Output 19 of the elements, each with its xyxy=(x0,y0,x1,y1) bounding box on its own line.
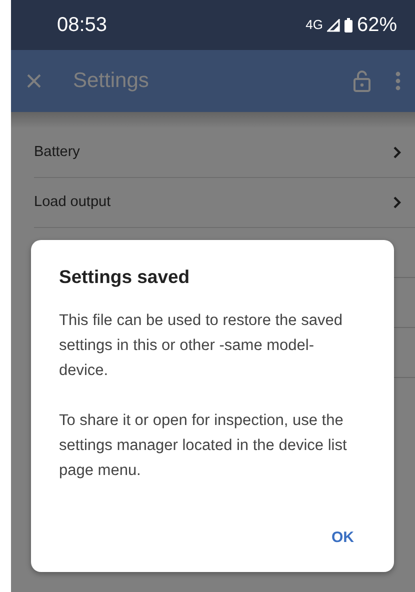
dialog-message: This file can be used to restore the saved settings in this or other -same model- device. xyxy=(59,311,344,382)
close-icon[interactable] xyxy=(27,74,41,88)
network-type: 4G xyxy=(306,16,323,34)
ok-button[interactable]: OK xyxy=(322,521,364,556)
settings-row-label: Load output xyxy=(34,192,111,212)
settings-row[interactable]: Battery xyxy=(34,128,415,178)
unlocked-padlock-icon[interactable] xyxy=(353,70,371,92)
more-options-icon[interactable] xyxy=(395,71,401,91)
settings-row[interactable]: Load output xyxy=(34,178,415,228)
signal-icon xyxy=(326,18,340,32)
app-bar-title: Settings xyxy=(73,68,150,94)
battery-percentage: 62% xyxy=(356,13,397,38)
status-time: 08:53 xyxy=(57,13,108,38)
settings-row-label: Battery xyxy=(34,142,80,162)
chevron-right-icon xyxy=(393,196,401,209)
dialog-message: To share it or open for inspection, use the settings manager located in the device list page menu. xyxy=(59,411,348,482)
chevron-right-icon xyxy=(393,146,401,159)
battery-icon xyxy=(344,18,353,32)
dialog-title: Settings saved xyxy=(59,266,191,288)
